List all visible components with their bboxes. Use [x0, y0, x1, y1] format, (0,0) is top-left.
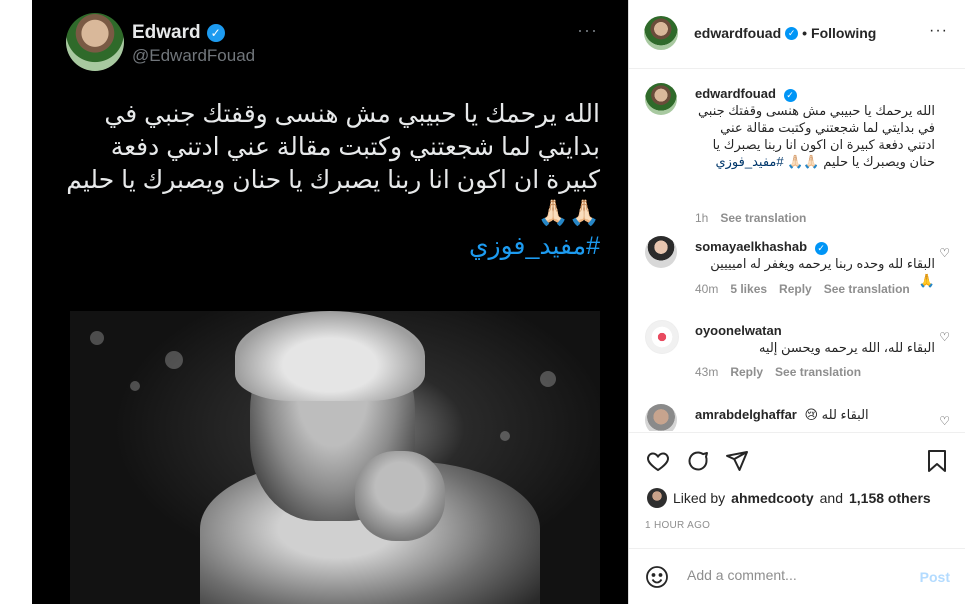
post-author-username[interactable]: edwardfouad — [694, 25, 781, 41]
heart-icon[interactable] — [645, 448, 671, 474]
comment-username[interactable]: amrabdelghaffar — [695, 407, 797, 422]
verified-icon: ✓ — [785, 26, 799, 40]
post-media[interactable]: Edward ✓ @EdwardFouad ··· الله يرحمك يا … — [32, 0, 628, 604]
comment-username[interactable]: somayaelkhashab — [695, 239, 807, 254]
caption-username[interactable]: edwardfouad — [695, 86, 776, 101]
verified-icon: ✓ — [814, 242, 828, 255]
caption-text: الله يرحمك يا حبيبي مش هنسى وقفتك جنبي ف… — [697, 103, 935, 169]
avatar[interactable] — [647, 488, 667, 508]
tweet-name: Edward ✓ — [132, 22, 225, 44]
comment-time: 40m — [695, 282, 719, 296]
tweet-photo — [70, 311, 600, 604]
action-bar — [629, 432, 965, 489]
tweet-text: الله يرحمك يا حبيبي مش هنسى وقفتك جنبي ف… — [52, 98, 600, 263]
likes-count[interactable]: 1,158 others — [849, 490, 931, 506]
verified-icon: ✓ — [206, 24, 225, 42]
see-translation-link[interactable]: See translation — [775, 365, 861, 379]
avatar[interactable] — [645, 404, 677, 431]
reply-button[interactable]: Reply — [779, 282, 812, 296]
add-comment-bar: Post — [629, 548, 965, 605]
avatar[interactable] — [644, 16, 678, 50]
more-icon[interactable]: ··· — [929, 22, 948, 40]
avatar[interactable] — [645, 236, 677, 268]
comments-list[interactable]: edwardfouad ✓ الله يرحمك يا حبيبي مش هنس… — [629, 69, 965, 431]
avatar[interactable] — [645, 320, 679, 354]
liked-by-user[interactable]: ahmedcooty — [731, 490, 813, 506]
avatar[interactable] — [645, 83, 677, 115]
see-translation-link[interactable]: See translation — [824, 282, 910, 296]
see-translation-link[interactable]: See translation — [720, 211, 806, 225]
likes-summary: Liked by ahmedcooty and 1,158 others — [647, 488, 931, 508]
reply-button[interactable]: Reply — [730, 365, 763, 379]
separator-dot: • — [802, 25, 808, 41]
emoji-icon[interactable] — [645, 565, 669, 594]
comment-username[interactable]: oyoonelwatan — [695, 323, 782, 338]
share-icon[interactable] — [724, 448, 750, 474]
comment-text: البقاء لله، الله يرحمه ويحسن إليه — [758, 340, 935, 355]
comment-time: 43m — [695, 365, 719, 379]
caption-hashtag[interactable]: #مفيد_فوزي — [715, 154, 783, 169]
post-button[interactable]: Post — [920, 569, 950, 585]
comment-icon[interactable] — [685, 448, 711, 474]
caption-time: 1h — [695, 211, 709, 225]
post-side-panel: edwardfouad ✓ • Following ··· edwardfoua… — [628, 0, 965, 604]
verified-icon: ✓ — [783, 89, 797, 102]
post-header: edwardfouad ✓ • Following ··· — [629, 0, 965, 69]
tweet-hashtag: #مفيد_فوزي — [468, 232, 600, 260]
tweet-more-icon: ··· — [577, 20, 598, 40]
comment-input[interactable] — [685, 566, 909, 584]
tweet-avatar — [66, 13, 124, 71]
following-button[interactable]: Following — [811, 25, 876, 41]
comment-text: البقاء لله 😢 — [804, 407, 869, 422]
bookmark-icon[interactable] — [924, 448, 950, 474]
heart-icon[interactable]: ♡ — [939, 330, 950, 344]
post-timestamp: 1 HOUR AGO — [645, 520, 711, 531]
heart-icon[interactable]: ♡ — [939, 246, 950, 260]
tweet-handle: @EdwardFouad — [132, 46, 256, 65]
comment-likes[interactable]: 5 likes — [730, 282, 767, 296]
heart-icon[interactable]: ♡ — [939, 414, 950, 428]
